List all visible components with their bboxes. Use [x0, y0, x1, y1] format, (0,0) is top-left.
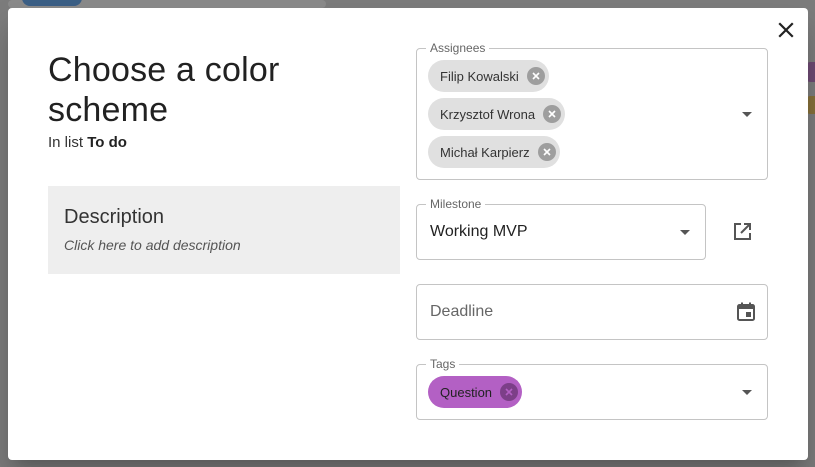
list-name: To do: [87, 134, 127, 151]
chip-remove-icon[interactable]: [500, 383, 519, 401]
description-panel[interactable]: Description Click here to add descriptio…: [48, 186, 400, 274]
tag-chip-question[interactable]: Question: [428, 376, 523, 408]
open-in-new-icon: [734, 223, 751, 240]
calendar-button[interactable]: [735, 301, 757, 323]
deadline-placeholder: Deadline: [430, 303, 494, 320]
assignee-chip[interactable]: Michał Karpierz: [428, 136, 560, 168]
close-icon: [778, 22, 794, 38]
close-button[interactable]: [774, 18, 798, 42]
assignee-chip-label: Krzysztof Wrona: [440, 106, 536, 122]
tag-chip-label: Question: [440, 384, 493, 400]
assignees-label: Assignees: [426, 41, 490, 55]
assignee-chip-label: Michał Karpierz: [440, 144, 530, 160]
description-hint: Click here to add description: [64, 237, 241, 253]
milestone-label: Milestone: [426, 197, 486, 211]
tags-field[interactable]: Tags Question: [416, 357, 768, 420]
list-info: In list To do: [48, 134, 127, 151]
calendar-icon: [737, 302, 755, 321]
background-tag-yellow: [807, 96, 815, 114]
chip-remove-icon[interactable]: [537, 143, 556, 161]
milestone-value: Working MVP: [430, 223, 528, 240]
tags-label: Tags: [426, 357, 460, 371]
milestone-field[interactable]: Milestone Working MVP: [416, 197, 706, 260]
background-tag-purple: [807, 62, 815, 82]
list-info-prefix: In list: [48, 134, 84, 151]
assignee-chip[interactable]: Krzysztof Wrona: [428, 98, 566, 130]
deadline-field[interactable]: Deadline: [416, 284, 768, 340]
arrow-drop-down-icon[interactable]: [680, 230, 690, 235]
chip-remove-icon[interactable]: [526, 67, 545, 85]
assignee-chip[interactable]: Filip Kowalski: [428, 60, 549, 92]
background-chip: [22, 0, 82, 6]
arrow-drop-down-icon[interactable]: [742, 390, 752, 395]
card-title[interactable]: Choose a color scheme: [48, 50, 388, 130]
chip-remove-icon[interactable]: [543, 105, 562, 123]
card-details-dialog: Choose a color scheme In list To do Desc…: [8, 8, 808, 460]
assignee-chip-label: Filip Kowalski: [440, 68, 519, 84]
assignees-field[interactable]: Assignees Filip Kowalski Krzysztof Wrona…: [416, 41, 768, 180]
arrow-drop-down-icon[interactable]: [742, 112, 752, 117]
open-milestone-button[interactable]: [730, 220, 754, 244]
description-heading: Description: [64, 206, 165, 228]
